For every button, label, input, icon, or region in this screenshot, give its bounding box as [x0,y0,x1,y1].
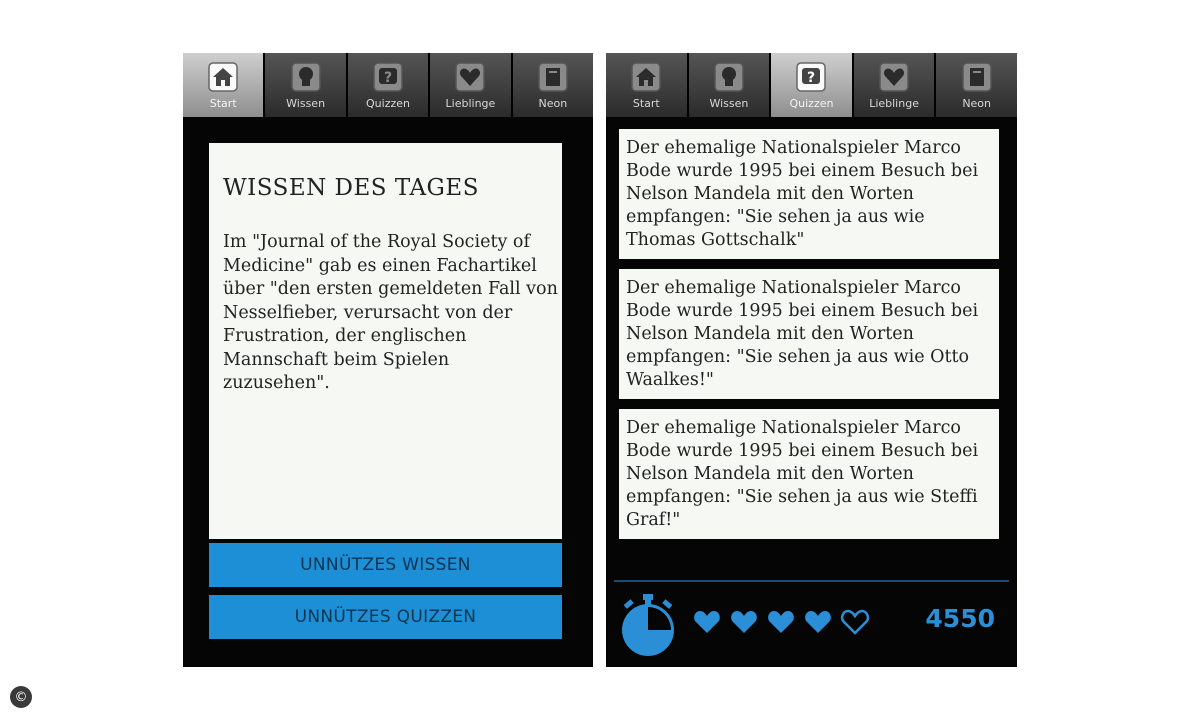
heart-icon [879,62,909,92]
home-icon [208,62,238,92]
heart-filled-icon [805,611,831,633]
score-value: 4550 [925,604,995,633]
answer-text: Der ehemalige Nationalspieler Marco Bode… [626,418,979,530]
card-text: Im "Journal of the Royal Society of Medi… [223,232,558,393]
tab-neon[interactable]: Neon [512,53,594,117]
tab-wissen[interactable]: Wissen [265,53,348,117]
tab-neon[interactable]: Neon [936,53,1017,117]
fact-of-the-day-card: WISSEN DES TAGES Im "Journal of the Roya… [209,143,562,539]
tab-label: Start [209,97,237,110]
heart-filled-icon [731,611,757,633]
question-icon: ? [796,62,827,92]
tab-label: Start [632,97,660,110]
left-phone-screen: Start Wissen ? Quizzen Lieblinge Neon WI… [183,53,594,667]
unnuetzes-quizzen-button[interactable]: UNNÜTZES QUIZZEN [209,595,562,639]
tab-quizzen[interactable]: ? Quizzen [347,53,431,117]
tab-quizzen[interactable]: ? Quizzen [771,53,854,117]
right-phone-screen: Start Wissen ? Quizzen Lieblinge Neon De… [606,53,1017,667]
tab-label: Wissen [286,97,326,110]
tab-label: Quizzen [789,97,834,110]
svg-text:?: ? [807,70,815,86]
tab-label: Neon [962,97,992,110]
tab-label: Wissen [709,97,749,110]
tab-bar: Start Wissen ? Quizzen Lieblinge Neon [183,53,594,117]
home-icon [631,62,662,92]
tab-label: Quizzen [366,97,410,110]
heart-filled-icon [768,611,794,633]
copyright-icon: © [10,686,32,708]
heart-filled-icon [694,611,720,633]
heart-icon [455,62,486,92]
tab-start[interactable]: Start [606,53,689,117]
heart-empty-icon [840,609,870,635]
svg-text:?: ? [384,70,392,86]
stopwatch-icon [622,594,674,656]
quiz-status-bar: 4550 [606,582,1017,667]
tab-label: Neon [538,97,568,110]
answer-text: Der ehemalige Nationalspieler Marco Bode… [626,138,979,250]
tab-lieblinge[interactable]: Lieblinge [853,53,937,117]
unnuetzes-wissen-button[interactable]: UNNÜTZES WISSEN [209,543,562,587]
answer-text: Der ehemalige Nationalspieler Marco Bode… [626,278,979,390]
quiz-answer-option[interactable]: Der ehemalige Nationalspieler Marco Bode… [619,129,999,259]
lightbulb-icon [290,62,321,92]
book-icon [961,62,992,92]
tab-label: Lieblinge [445,97,496,110]
quiz-answer-option[interactable]: Der ehemalige Nationalspieler Marco Bode… [619,269,999,399]
tab-bar: Start Wissen ? Quizzen Lieblinge Neon [606,53,1017,117]
book-icon [538,62,568,92]
lightbulb-icon [714,62,744,92]
tab-start[interactable]: Start [183,53,266,117]
tab-wissen[interactable]: Wissen [688,53,772,117]
question-icon: ? [373,62,403,92]
card-title: WISSEN DES TAGES [223,175,479,201]
tab-lieblinge[interactable]: Lieblinge [430,53,513,117]
quiz-answer-option[interactable]: Der ehemalige Nationalspieler Marco Bode… [619,409,999,539]
lives-indicator [692,609,870,635]
tab-label: Lieblinge [869,97,919,110]
